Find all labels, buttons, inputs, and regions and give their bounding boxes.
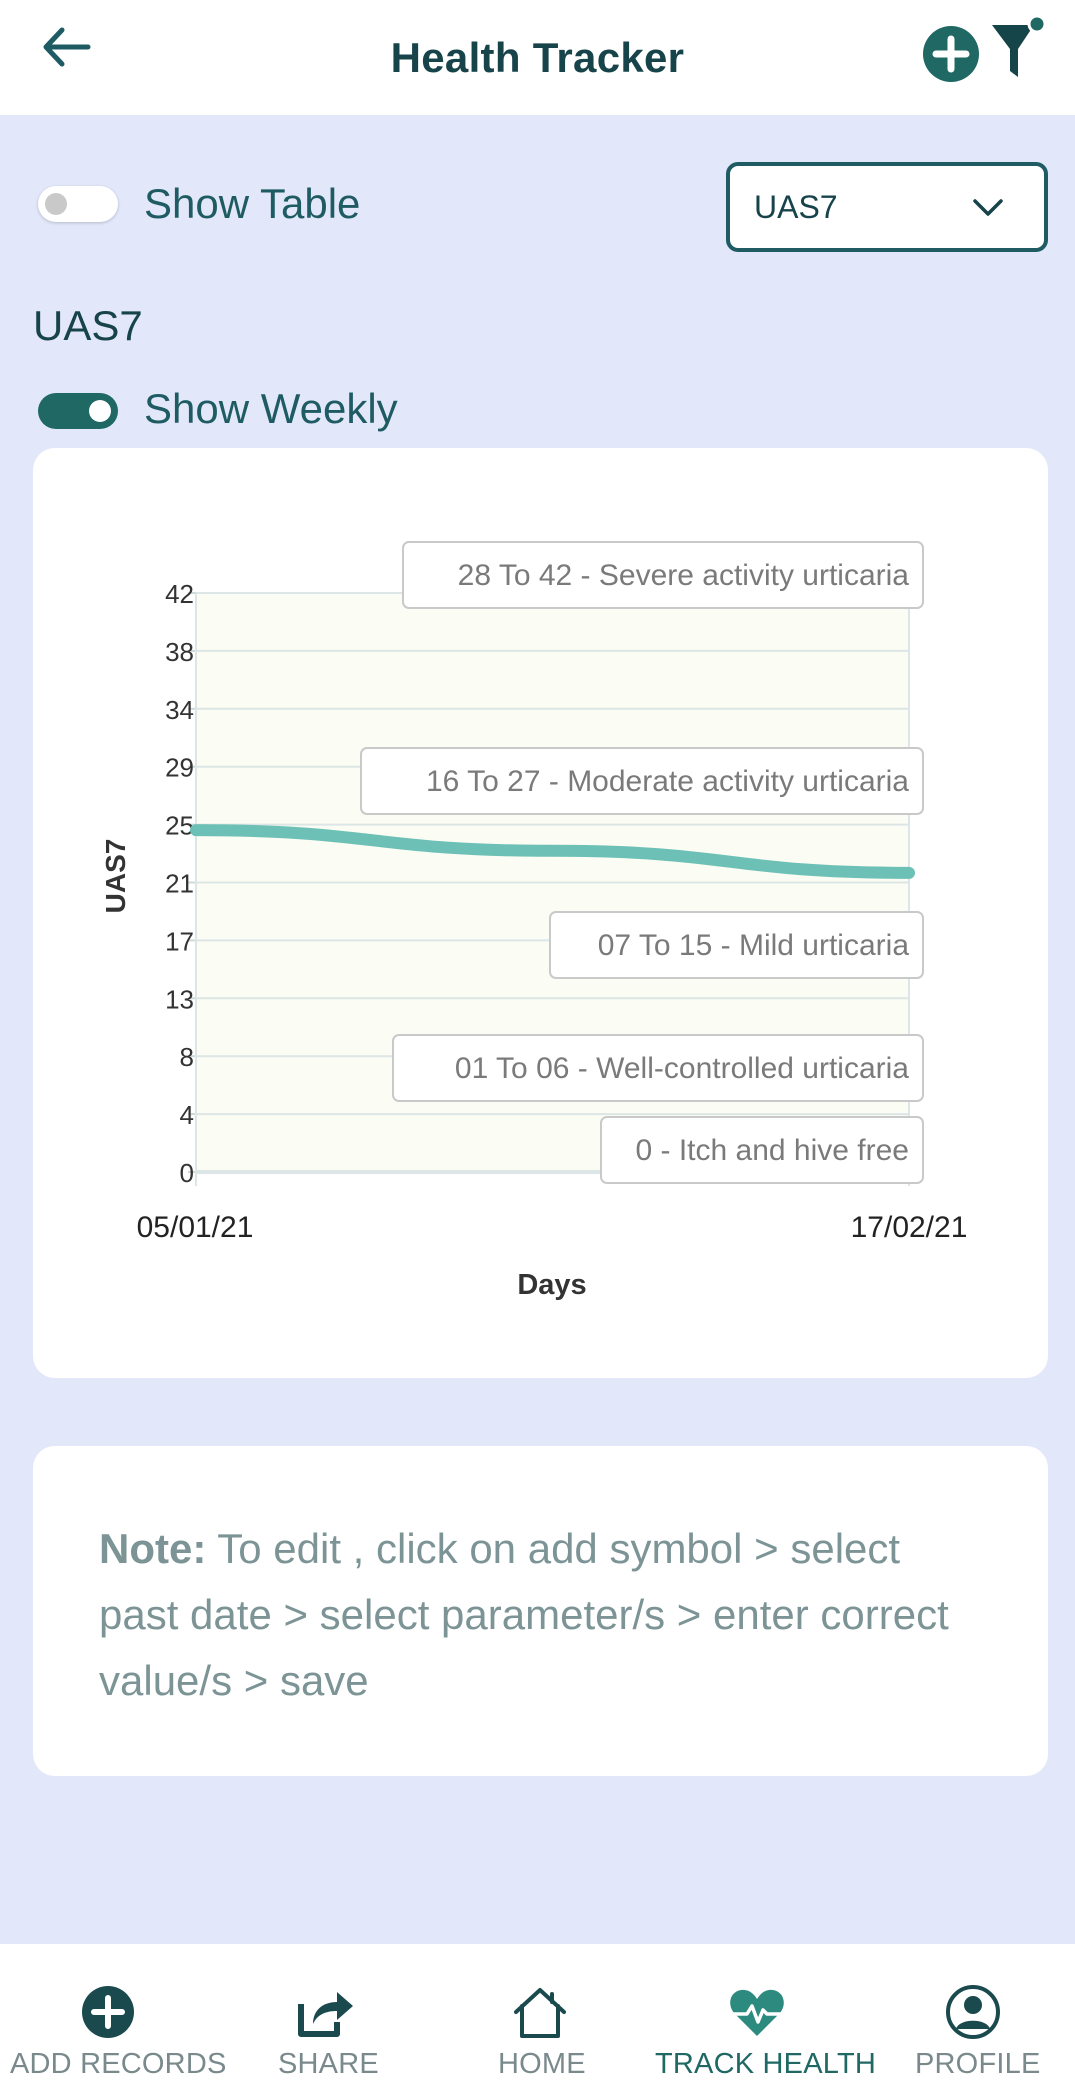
y-tick-label: 13 <box>165 984 194 1014</box>
y-tick-label: 25 <box>165 811 194 841</box>
bottom-nav: ADD RECORDS SHARE HOME TRACK HEALTH PROF… <box>0 1944 1075 2100</box>
page-title: Health Tracker <box>390 33 685 81</box>
show-table-label: Show Table <box>144 180 361 227</box>
uas7-chart: 0 4 8 13 17 21 25 29 34 38 42 05/01/21 17/02/21 UAS7 D… <box>100 541 968 1301</box>
x-tick-label: 05/01/21 <box>137 1211 254 1244</box>
chart-card: 0 4 8 13 17 21 25 29 34 38 42 05/01/21 17/02/21 UAS7 D… <box>33 448 1048 1378</box>
nav-label: HOME <box>498 2048 586 2080</box>
nav-label: PROFILE <box>915 2048 1041 2080</box>
y-tick-label: 17 <box>165 926 194 956</box>
parameter-select-value: UAS7 <box>754 188 838 225</box>
nav-label: SHARE <box>278 2048 379 2080</box>
show-weekly-label: Show Weekly <box>144 385 398 432</box>
chevron-down-icon <box>973 199 1003 216</box>
note-card: Note: To edit , click on add symbol > se… <box>33 1446 1048 1776</box>
band-label-text: 01 To 06 - Well-controlled urticaria <box>455 1052 909 1085</box>
note-prefix: Note: <box>99 1525 207 1572</box>
y-tick-label: 38 <box>165 637 194 667</box>
y-axis-title: UAS7 <box>100 839 131 914</box>
nav-label: ADD RECORDS <box>10 2048 227 2080</box>
x-axis-title: Days <box>517 1269 586 1301</box>
nav-home[interactable]: HOME <box>430 1944 645 2100</box>
toggle-knob <box>89 400 111 422</box>
show-weekly-toggle[interactable] <box>38 393 118 429</box>
app-header: Health Tracker <box>0 0 1075 115</box>
show-table-toggle[interactable] <box>38 186 118 222</box>
parameter-select[interactable]: UAS7 <box>726 162 1048 252</box>
nav-label: TRACK HEALTH <box>655 2048 877 2080</box>
y-tick-label: 42 <box>165 579 194 609</box>
nav-add-records[interactable]: ADD RECORDS <box>0 1944 226 2100</box>
nav-share[interactable]: SHARE <box>215 1944 430 2100</box>
profile-icon <box>946 1985 1000 2039</box>
band-label-text: 28 To 42 - Severe activity urticaria <box>458 559 910 592</box>
app-root: Health Tracker Show Table UAS7 UAS7 Show… <box>0 0 1075 2100</box>
back-arrow-icon[interactable] <box>38 22 94 72</box>
band-label-text: 0 - Itch and hive free <box>636 1134 910 1167</box>
filter-icon[interactable] <box>988 15 1048 83</box>
y-tick-label: 34 <box>165 695 194 725</box>
x-tick-label: 17/02/21 <box>851 1211 968 1244</box>
y-tick-label: 0 <box>180 1158 194 1188</box>
share-icon <box>298 1992 353 2037</box>
heart-pulse-icon <box>730 1989 784 2036</box>
add-record-icon[interactable] <box>922 25 980 83</box>
section-title: UAS7 <box>33 302 143 349</box>
nav-track-health[interactable]: TRACK HEALTH <box>645 1944 877 2100</box>
y-tick-label: 29 <box>165 753 194 783</box>
home-icon <box>514 1988 566 2038</box>
note-text: Note: To edit , click on add symbol > se… <box>99 1516 982 1714</box>
add-circle-icon <box>82 1986 134 2038</box>
band-label-text: 16 To 27 - Moderate activity urticaria <box>426 765 909 798</box>
y-tick-label: 8 <box>180 1042 194 1072</box>
nav-profile[interactable]: PROFILE <box>875 1944 1075 2100</box>
toggle-knob <box>45 193 67 215</box>
y-tick-label: 21 <box>165 869 194 899</box>
band-label-text: 07 To 15 - Mild urticaria <box>598 929 910 962</box>
note-body: To edit , click on add symbol > select p… <box>99 1525 949 1704</box>
y-tick-label: 4 <box>180 1100 194 1130</box>
